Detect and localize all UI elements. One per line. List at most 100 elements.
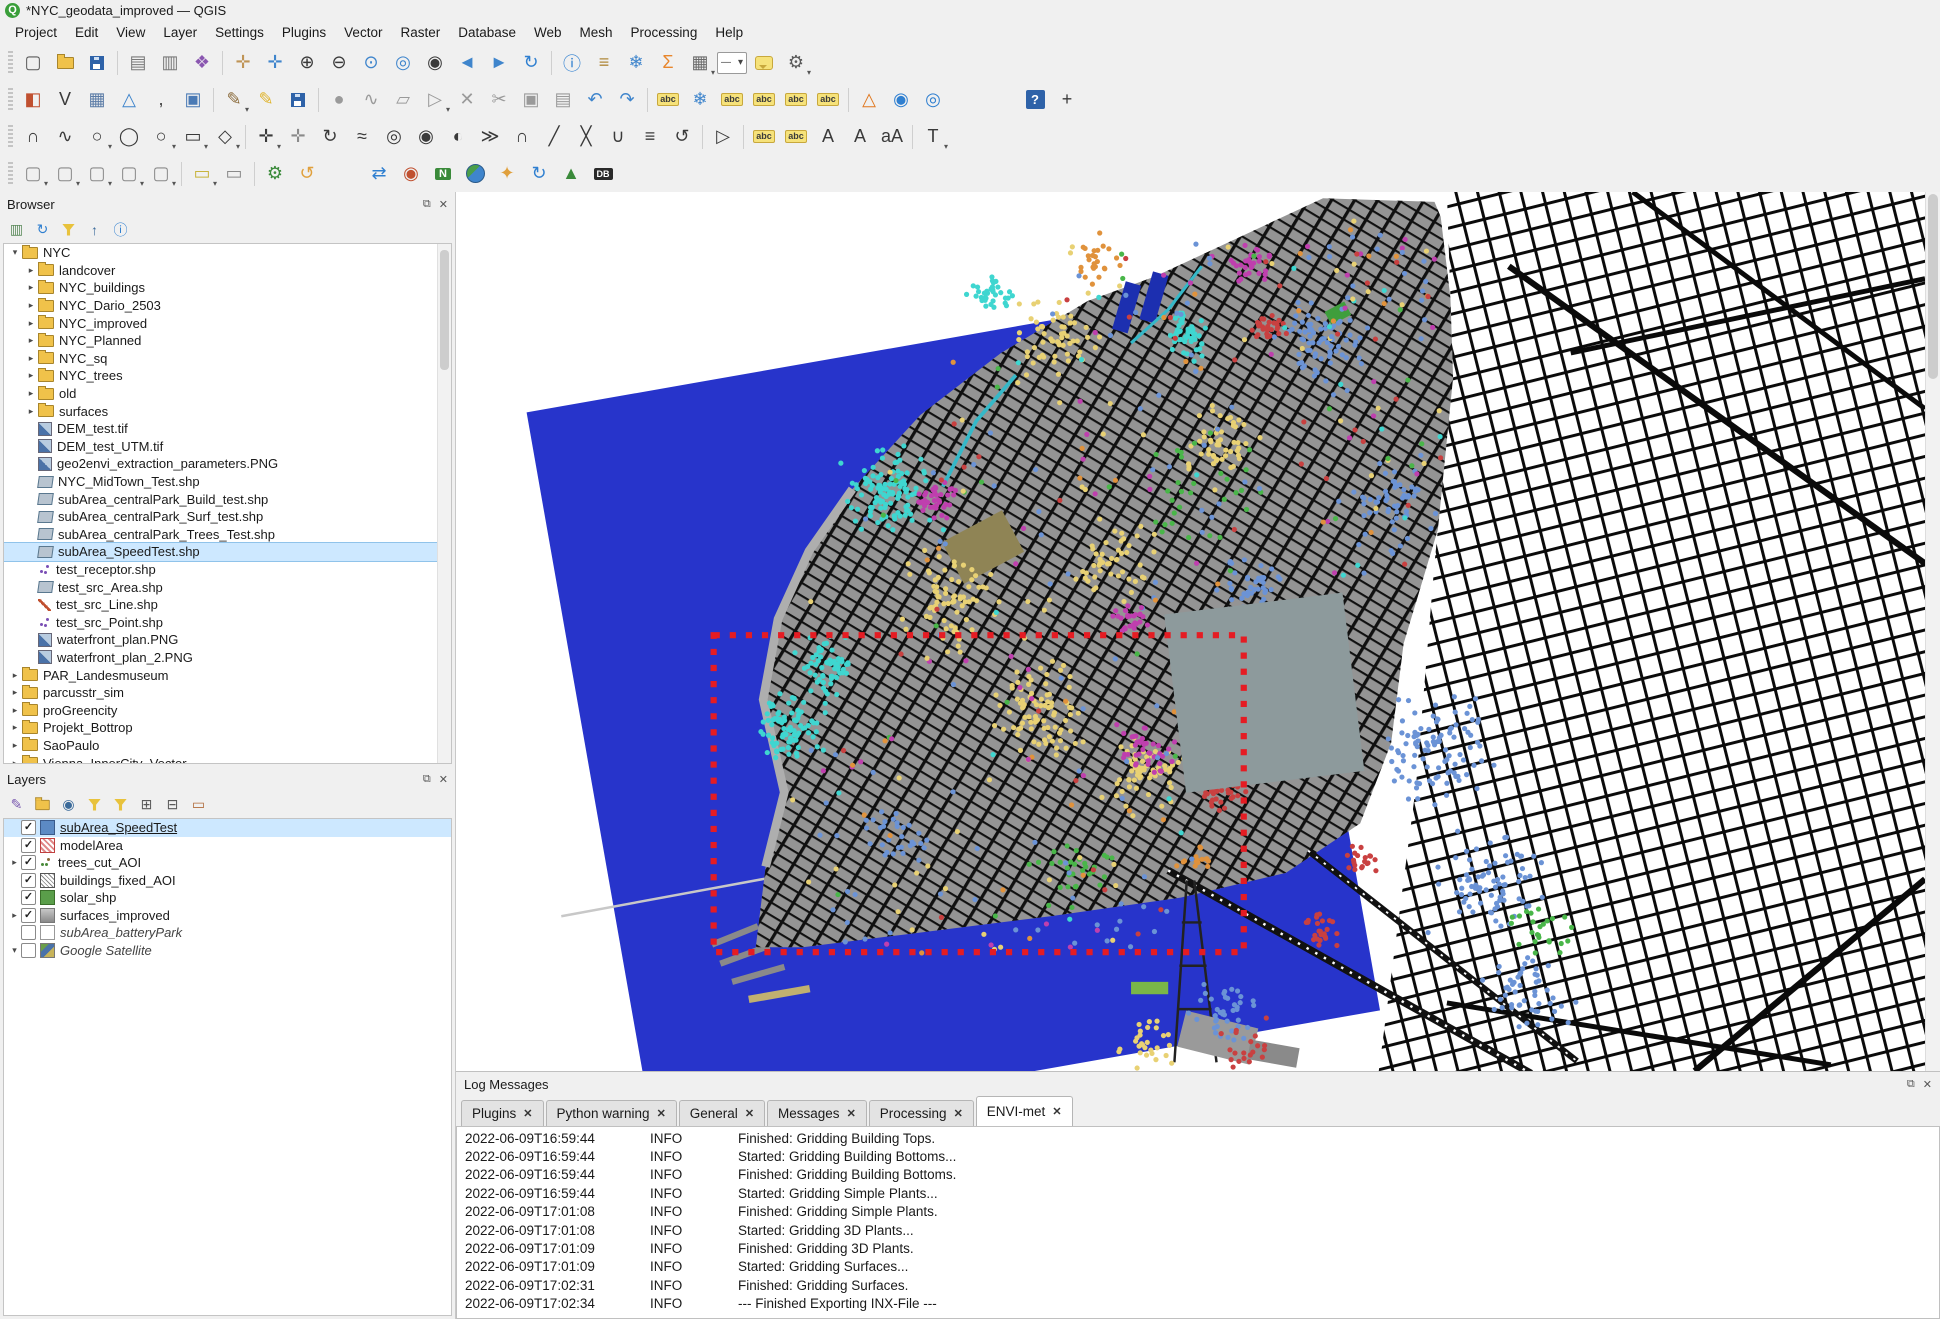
- browser-item-nyc-sq[interactable]: ▸NYC_sq: [4, 350, 451, 368]
- browser-item-waterfront-plan-png[interactable]: waterfront_plan.PNG: [4, 631, 451, 649]
- reload-plugin-button[interactable]: ↻: [524, 159, 554, 189]
- layer-row-google-satellite[interactable]: ▾Google Satellite: [4, 942, 451, 960]
- browser-item-parcusstr-sim[interactable]: ▸parcusstr_sim: [4, 684, 451, 702]
- profile-tool-button[interactable]: ▲: [556, 159, 586, 189]
- browser-item-projekt-bottrop[interactable]: ▸Projekt_Bottrop: [4, 719, 451, 737]
- tree-expand-icon[interactable]: ▾: [8, 247, 22, 258]
- map-vertical-scrollbar[interactable]: [1925, 192, 1940, 1071]
- digitize-curve-button[interactable]: ∩: [18, 122, 48, 152]
- add-line-feature-button[interactable]: ∿: [356, 85, 386, 115]
- browser-item-test-src-line-shp[interactable]: test_src_Line.shp: [4, 596, 451, 614]
- text-annotation-button[interactable]: T▾: [918, 122, 948, 152]
- menu-edit[interactable]: Edit: [66, 23, 107, 42]
- browser-item-test-src-point-shp[interactable]: test_src_Point.shp: [4, 613, 451, 631]
- close-tab-icon[interactable]: ✕: [745, 1107, 754, 1120]
- delete-selected-button[interactable]: ✕: [452, 85, 482, 115]
- layer-expand-icon[interactable]: ▸: [8, 857, 21, 868]
- ellipse-tool-button[interactable]: ○▾: [146, 122, 176, 152]
- highlight-labels-button[interactable]: abc: [749, 85, 779, 115]
- add-mesh-layer-button[interactable]: △: [114, 85, 144, 115]
- tree-expand-icon[interactable]: ▸: [24, 353, 38, 364]
- layer-diagram-button[interactable]: ❄: [685, 85, 715, 115]
- browser-item-saopaulo[interactable]: ▸SaoPaulo: [4, 737, 451, 755]
- tree-expand-icon[interactable]: ▸: [8, 722, 22, 733]
- browser-item-nyc[interactable]: ▾NYC: [4, 244, 451, 262]
- layer-labeling-button[interactable]: abc: [653, 85, 683, 115]
- menu-help[interactable]: Help: [706, 23, 752, 42]
- zoom-out-button[interactable]: ⊖: [324, 48, 354, 78]
- log-tab-envi-met[interactable]: ENVI-met✕: [976, 1096, 1073, 1126]
- browser-item-nyc-improved[interactable]: ▸NYC_improved: [4, 314, 451, 332]
- geocoder-button[interactable]: ◎: [918, 85, 948, 115]
- tree-expand-icon[interactable]: ▸: [24, 406, 38, 417]
- browser-item-dem-test-utm-tif[interactable]: DEM_test_UTM.tif: [4, 438, 451, 456]
- form-annotation-button[interactable]: ▢▾: [146, 159, 176, 189]
- decorations-button[interactable]: △: [854, 85, 884, 115]
- browser-item-old[interactable]: ▸old: [4, 385, 451, 403]
- layer-row-modelarea[interactable]: ✓modelArea: [4, 837, 451, 855]
- browser-item-nyc-midtown-test-shp[interactable]: NYC_MidTown_Test.shp: [4, 473, 451, 491]
- add-database-layer-button[interactable]: ▣: [178, 85, 208, 115]
- tree-expand-icon[interactable]: ▸: [8, 670, 22, 681]
- project-save-button[interactable]: [82, 48, 112, 78]
- menu-raster[interactable]: Raster: [391, 23, 449, 42]
- temporal-controller-button[interactable]: ❄: [621, 48, 651, 78]
- browser-item-subarea-centralpark-trees-test-shp[interactable]: subArea_centralPark_Trees_Test.shp: [4, 526, 451, 544]
- show-statistics-button[interactable]: Σ: [653, 48, 683, 78]
- log-tab-plugins[interactable]: Plugins✕: [461, 1100, 544, 1126]
- move-feature-button[interactable]: ✛▾: [251, 122, 281, 152]
- map-canvas[interactable]: [456, 192, 1925, 1071]
- properties-info-button[interactable]: ⓘ: [109, 218, 132, 241]
- rotate-feature-button[interactable]: ↻: [315, 122, 345, 152]
- quickmapservices-globe-button[interactable]: [460, 159, 490, 189]
- layer-visibility-checkbox[interactable]: ✓: [21, 890, 36, 905]
- merge-features-button[interactable]: ∪: [603, 122, 633, 152]
- menu-project[interactable]: Project: [6, 23, 66, 42]
- attribute-table-button[interactable]: ▦▾: [685, 48, 715, 78]
- browser-item-nyc-planned[interactable]: ▸NYC_Planned: [4, 332, 451, 350]
- pin-unpin-labels-button[interactable]: abc: [749, 122, 779, 152]
- move-annotation-button[interactable]: ▢▾: [18, 159, 48, 189]
- browser-scrollbar-thumb[interactable]: [440, 250, 449, 370]
- deselect-features-button[interactable]: ▭: [219, 159, 249, 189]
- regular-polygon-button[interactable]: ◇▾: [210, 122, 240, 152]
- refresh-browser-button[interactable]: ↻: [31, 218, 54, 241]
- statistical-summary-button[interactable]: ≡: [589, 48, 619, 78]
- zoom-to-selection-button[interactable]: ◎: [388, 48, 418, 78]
- browser-item-subarea-centralpark-surf-test-shp[interactable]: subArea_centralPark_Surf_test.shp: [4, 508, 451, 526]
- pan-map-button[interactable]: ✛: [228, 48, 258, 78]
- reshape-features-button[interactable]: ∩: [507, 122, 537, 152]
- close-tab-icon[interactable]: ✕: [657, 1107, 666, 1120]
- add-group-button[interactable]: [31, 793, 54, 816]
- add-selected-layers-button[interactable]: ▥: [5, 218, 28, 241]
- browser-item-surfaces[interactable]: ▸surfaces: [4, 402, 451, 420]
- menu-layer[interactable]: Layer: [154, 23, 206, 42]
- browser-item-geo2envi-extraction-parameters-png[interactable]: geo2envi_extraction_parameters.PNG: [4, 455, 451, 473]
- layer-row-subarea-batterypark[interactable]: subArea_batteryPark: [4, 924, 451, 942]
- zoom-to-layer-button[interactable]: ◉: [420, 48, 450, 78]
- add-ring-button[interactable]: ◎: [379, 122, 409, 152]
- add-vector-layer-button[interactable]: V: [50, 85, 80, 115]
- move-label-button[interactable]: abc: [781, 85, 811, 115]
- split-features-button[interactable]: ╱: [539, 122, 569, 152]
- rotate-point-symbols-button[interactable]: ↺: [667, 122, 697, 152]
- project-new-button[interactable]: ▢: [18, 48, 48, 78]
- add-raster-layer-button[interactable]: ▦: [82, 85, 112, 115]
- add-point-feature-button[interactable]: ●: [324, 85, 354, 115]
- redo-button[interactable]: ↷: [612, 85, 642, 115]
- log-tab-python-warning[interactable]: Python warning✕: [546, 1100, 677, 1126]
- browser-item-test-src-area-shp[interactable]: test_src_Area.shp: [4, 578, 451, 596]
- nnjoin-plugin-button[interactable]: N: [428, 159, 458, 189]
- simplify-feature-button[interactable]: ≈: [347, 122, 377, 152]
- float-panel-icon[interactable]: ⧉: [423, 773, 431, 786]
- map-scrollbar-thumb[interactable]: [1928, 194, 1938, 379]
- expand-all-button[interactable]: ⊞: [135, 793, 158, 816]
- browser-item-test-receptor-shp[interactable]: test_receptor.shp: [4, 561, 451, 579]
- processing-history-button[interactable]: ↺: [292, 159, 322, 189]
- save-layer-edits-button[interactable]: [283, 85, 313, 115]
- paste-features-button[interactable]: ▤: [548, 85, 578, 115]
- tree-expand-icon[interactable]: ▸: [24, 370, 38, 381]
- rotate-label-button[interactable]: A: [845, 122, 875, 152]
- float-panel-icon[interactable]: ⧉: [1907, 1078, 1915, 1091]
- processing-toolbox-button[interactable]: ⚙: [260, 159, 290, 189]
